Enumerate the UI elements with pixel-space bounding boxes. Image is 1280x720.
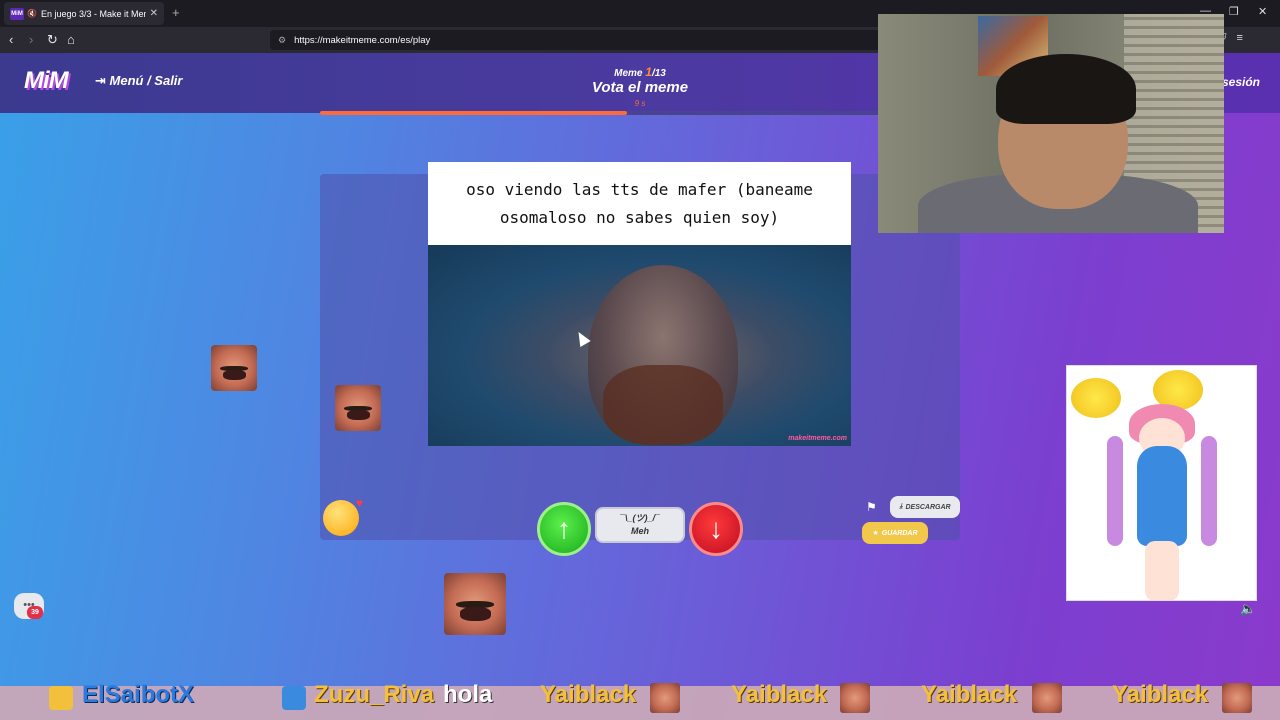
site-settings-icon[interactable]: ⚙ <box>278 35 286 46</box>
ticker-emote <box>1032 683 1062 713</box>
close-window-icon[interactable]: ✕ <box>1258 5 1267 18</box>
meme-picture: makeitmeme.com <box>428 245 851 446</box>
ticker-emote <box>840 683 870 713</box>
star-icon: ★ <box>872 530 879 537</box>
hair-tail-left <box>1107 436 1123 546</box>
meme-watermark: makeitmeme.com <box>788 435 847 442</box>
favicon: MiM <box>10 7 24 20</box>
vote-progress-fill <box>320 111 628 115</box>
save-label: GUARDAR <box>881 529 918 537</box>
meme-image: oso viendo las tts de mafer (baneame oso… <box>428 162 851 446</box>
meme-caption: oso viendo las tts de mafer (baneame oso… <box>466 179 813 227</box>
forward-icon[interactable]: › <box>29 32 33 48</box>
speaker-muted-icon[interactable]: 🔇 <box>27 9 37 18</box>
login-link[interactable]: sesión <box>1222 75 1260 89</box>
downvote-button[interactable]: ↓ <box>689 502 743 556</box>
download-icon: ⤓ <box>899 503 903 510</box>
sticker-legs <box>1145 541 1179 600</box>
chat-badge: 39 <box>27 606 43 619</box>
arrow-down-icon: ↓ <box>709 513 723 544</box>
crown-icon <box>49 686 73 710</box>
menu-exit-label: Menú / Salir <box>109 73 183 88</box>
ticker-item: Yaiblack <box>1112 681 1209 708</box>
url-text: https://makeitmeme.com/es/play <box>294 34 431 46</box>
menu-icon[interactable]: ≡ <box>1236 32 1242 45</box>
sticker-body <box>1137 446 1187 546</box>
back-icon[interactable]: ‹ <box>9 32 13 48</box>
upvote-button[interactable]: ↑ <box>537 502 591 556</box>
meme-counter-total: /13 <box>651 68 666 79</box>
ticker-emote <box>1222 683 1252 713</box>
chat-ticker: ElSaibotX Zuzu_Riva hola Yaiblack Yaibla… <box>0 681 1280 717</box>
floating-emote <box>444 573 506 635</box>
meme-beard <box>603 365 723 445</box>
exit-icon: ⇥ <box>95 73 110 88</box>
new-tab-icon[interactable]: + <box>172 5 180 20</box>
pompom-left <box>1071 378 1121 418</box>
report-flag-icon[interactable]: ⚑ <box>866 500 877 514</box>
meme-counter-prefix: Meme <box>614 68 643 79</box>
maximize-icon[interactable]: ❐ <box>1229 5 1239 18</box>
cheerleader-sticker <box>1066 365 1257 601</box>
floating-emote <box>335 385 381 431</box>
ticker-item: Yaiblack <box>921 681 1018 708</box>
volume-icon[interactable]: 🔈 <box>1240 601 1256 617</box>
ticker-item: hola <box>443 681 493 708</box>
meme-counter-current: 1 <box>645 65 652 79</box>
meh-face: ¯\_(ツ)_/¯ <box>620 513 660 523</box>
ticker-item: Yaiblack <box>540 681 637 708</box>
hammer-icon <box>282 686 306 710</box>
reload-icon[interactable]: ↻ <box>47 32 58 48</box>
webcam-hair <box>996 54 1136 124</box>
save-button[interactable]: ★ GUARDAR <box>862 522 928 544</box>
ticker-emote <box>650 683 680 713</box>
meh-button[interactable]: ¯\_(ツ)_/¯ Meh <box>595 507 685 543</box>
ticker-item: Yaiblack <box>731 681 828 708</box>
reaction-emoji-icon[interactable]: ♥ <box>323 496 363 536</box>
menu-exit-link[interactable]: ⇥ Menú / Salir <box>95 73 182 89</box>
mim-logo[interactable]: MiM <box>24 67 69 95</box>
page-title: Vota el meme <box>591 79 689 96</box>
vote-progress-bar <box>320 111 960 115</box>
ticker-item: ElSaibotX <box>82 681 195 708</box>
home-icon[interactable]: ⌂ <box>67 32 75 48</box>
meme-counter: Meme 1/13 <box>560 65 720 79</box>
tab-title: En juego 3/3 - Make it Meme <box>40 8 146 19</box>
hair-tail-right <box>1201 436 1217 546</box>
tab-make-it-meme[interactable]: MiM 🔇 En juego 3/3 - Make it Meme ✕ <box>4 2 164 25</box>
download-button[interactable]: ⤓ DESCARGAR <box>890 496 960 518</box>
webcam-overlay <box>878 14 1224 233</box>
download-label: DESCARGAR <box>905 503 951 511</box>
meh-label: Meh <box>631 526 649 536</box>
close-tab-icon[interactable]: ✕ <box>150 8 158 19</box>
floating-emote <box>211 345 257 391</box>
arrow-up-icon: ↑ <box>557 513 571 544</box>
ticker-item: Zuzu_Riva <box>314 681 435 708</box>
vote-timer: 9 s <box>634 99 646 108</box>
